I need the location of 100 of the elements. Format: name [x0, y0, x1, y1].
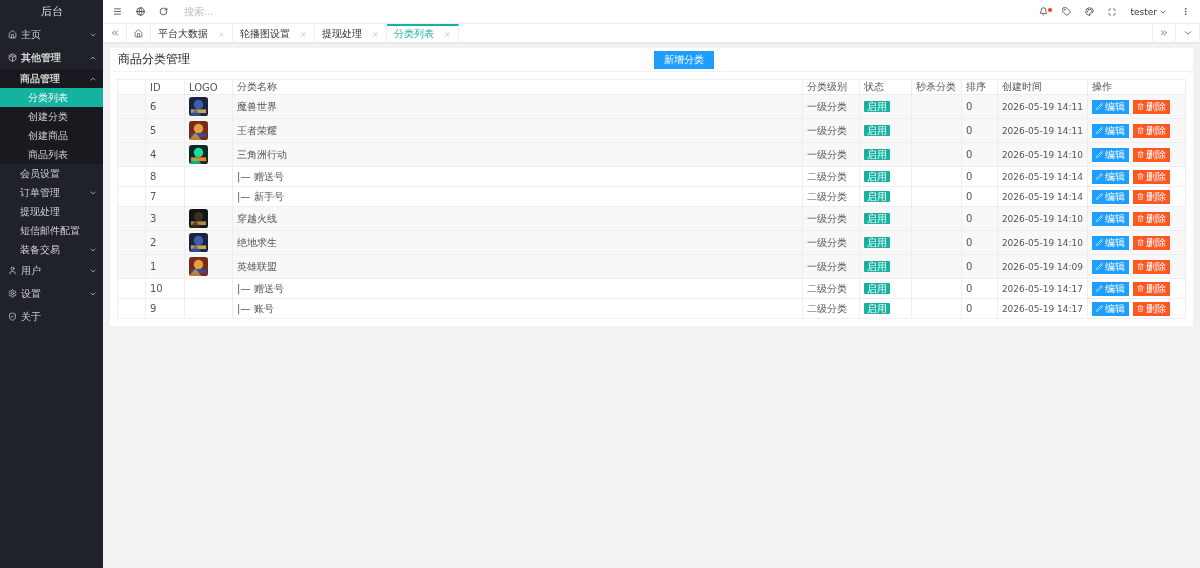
globe-icon[interactable]	[136, 7, 145, 16]
delete-button[interactable]: 删除	[1133, 169, 1170, 184]
sidebar-item[interactable]: 其他管理	[0, 46, 103, 69]
home-icon	[8, 30, 17, 39]
edit-button[interactable]: 编辑	[1092, 147, 1129, 162]
edit-button[interactable]: 编辑	[1092, 99, 1129, 114]
column-header: 状态	[859, 79, 912, 95]
add-category-button[interactable]: 新增分类	[654, 50, 714, 69]
notification-dot	[1048, 8, 1053, 12]
column-header: 操作	[1087, 79, 1186, 95]
table-cell: 2026-05-19 14:09	[1001, 262, 1083, 272]
status-tag: 启用	[863, 282, 890, 294]
pencil-icon	[1096, 151, 1103, 158]
refresh-icon[interactable]	[159, 7, 168, 16]
tab[interactable]: 轮播图设置	[233, 24, 315, 42]
sidebar-item[interactable]: 商品列表	[0, 145, 103, 164]
sidebar-item[interactable]: 短信邮件配置	[0, 221, 103, 240]
sidebar-item[interactable]: 创建商品	[0, 126, 103, 145]
pencil-icon	[1096, 173, 1103, 180]
table-cell: 0	[965, 101, 973, 112]
delete-button[interactable]: 删除	[1133, 259, 1170, 274]
table-cell: 魔兽世界	[237, 100, 277, 112]
delete-button[interactable]: 删除	[1133, 189, 1170, 204]
sidebar-item[interactable]: 分类列表	[0, 88, 103, 107]
bell-icon[interactable]	[1039, 7, 1049, 16]
table-cell: 一级分类	[806, 124, 847, 136]
table-cell: 9	[150, 303, 157, 314]
sidebar-item[interactable]: 创建分类	[0, 107, 103, 126]
fullscreen-icon[interactable]	[1108, 7, 1117, 16]
more-icon[interactable]	[1181, 7, 1190, 16]
table-cell: 4	[150, 149, 157, 160]
page-title: 商品分类管理	[118, 51, 191, 68]
sidebar-item[interactable]: 提现处理	[0, 202, 103, 221]
tab[interactable]: 平台大数据	[151, 24, 233, 42]
sidebar-item[interactable]: 会员设置	[0, 164, 103, 183]
table-cell: 0	[965, 303, 973, 314]
trash-icon	[1137, 103, 1144, 110]
trash-icon	[1137, 215, 1144, 222]
tab[interactable]: 分类列表	[387, 24, 459, 42]
sidebar-item[interactable]: 商品管理	[0, 69, 103, 88]
edit-button[interactable]: 编辑	[1092, 211, 1129, 226]
column-header: 排序	[961, 79, 998, 95]
edit-button[interactable]: 编辑	[1092, 259, 1129, 274]
delete-button[interactable]: 删除	[1133, 281, 1170, 296]
table-cell: 二级分类	[806, 302, 847, 314]
table-cell: 2026-05-19 14:11	[1001, 126, 1083, 136]
sidebar-item[interactable]: 装备交易	[0, 240, 103, 259]
status-tag: 启用	[863, 236, 890, 248]
status-tag: 启用	[863, 260, 890, 272]
tab[interactable]: 提现处理	[315, 24, 387, 42]
delete-button[interactable]: 删除	[1133, 301, 1170, 316]
sidebar-title: 后台	[39, 4, 64, 20]
column-header: 创建时间	[997, 79, 1088, 95]
column-header: LOGO	[184, 79, 233, 95]
scroll-right-icon[interactable]	[1152, 24, 1176, 42]
trash-icon	[1137, 151, 1144, 158]
close-icon[interactable]	[372, 30, 379, 38]
delete-button[interactable]: 删除	[1133, 211, 1170, 226]
trash-icon	[1137, 263, 1144, 270]
close-icon[interactable]	[218, 30, 225, 38]
status-tag: 启用	[863, 212, 890, 224]
sidebar-item[interactable]: 订单管理	[0, 183, 103, 202]
palette-icon[interactable]	[1085, 7, 1095, 16]
table-cell: |— 新手号	[237, 190, 284, 202]
edit-button[interactable]: 编辑	[1092, 189, 1129, 204]
table-cell: 一级分类	[806, 236, 847, 248]
delete-button[interactable]: 删除	[1133, 123, 1170, 138]
table-cell: 5	[150, 125, 157, 136]
status-tag: 启用	[863, 170, 890, 182]
table-cell: 一级分类	[806, 212, 847, 224]
sidebar-item[interactable]: 关于	[0, 305, 103, 328]
delete-button[interactable]: 删除	[1133, 147, 1170, 162]
edit-button[interactable]: 编辑	[1092, 281, 1129, 296]
table-cell: 2026-05-19 14:14	[1001, 172, 1083, 182]
edit-button[interactable]: 编辑	[1092, 301, 1129, 316]
table-cell: 英雄联盟	[237, 260, 277, 272]
delete-button[interactable]: 删除	[1133, 99, 1170, 114]
pencil-icon	[1096, 285, 1103, 292]
close-icon[interactable]	[444, 30, 451, 38]
delete-button[interactable]: 删除	[1133, 235, 1170, 250]
trash-icon	[1137, 173, 1144, 180]
table-cell: 7	[150, 191, 157, 202]
edit-button[interactable]: 编辑	[1092, 123, 1129, 138]
sidebar-item[interactable]: 用户	[0, 259, 103, 282]
edit-button[interactable]: 编辑	[1092, 235, 1129, 250]
user-menu[interactable]: tester	[1130, 6, 1167, 17]
package-icon	[8, 53, 17, 62]
sidebar-item[interactable]: 设置	[0, 282, 103, 305]
table-cell: 一级分类	[806, 148, 847, 160]
edit-button[interactable]: 编辑	[1092, 169, 1129, 184]
menu-icon[interactable]	[113, 7, 122, 16]
sidebar-item[interactable]: 主页	[0, 23, 103, 46]
table-cell: 绝地求生	[237, 236, 277, 248]
table-cell: 3	[150, 213, 157, 224]
table-cell: 1	[150, 261, 157, 272]
tag-icon[interactable]	[1062, 7, 1072, 16]
table-cell: 2026-05-19 14:14	[1001, 192, 1083, 202]
table-cell: 6	[150, 101, 157, 112]
table-cell: 0	[965, 237, 973, 248]
close-icon[interactable]	[300, 30, 307, 38]
